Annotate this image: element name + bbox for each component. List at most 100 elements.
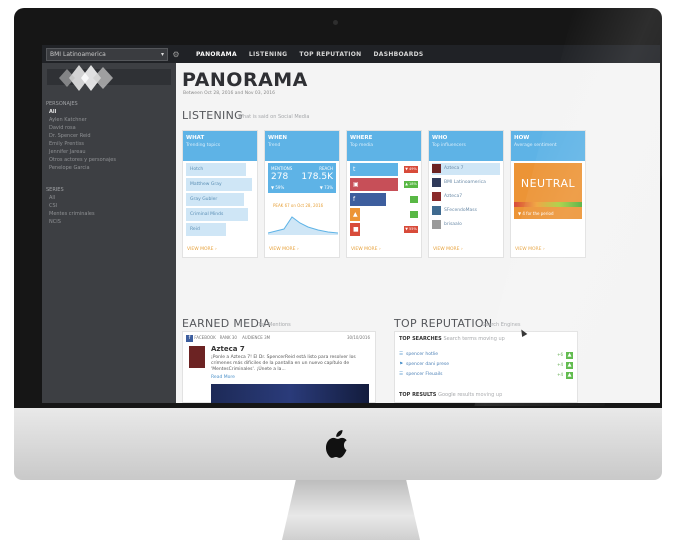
card-what-header: WHAT Trending topics <box>183 131 257 161</box>
media-pct: ▼ 49% <box>404 166 418 173</box>
chevron-down-icon: ▾ <box>160 50 164 58</box>
sidebar-item-emily-prentiss[interactable]: Emily Prentiss <box>49 141 84 147</box>
topic-item[interactable]: Hotch <box>186 163 246 176</box>
account-select-value: BMI Latinoamerica <box>50 50 106 58</box>
gear-icon[interactable]: ⚙ <box>170 50 182 59</box>
search-term-row[interactable]: ☰ spencer hotlie +6 ▲ <box>399 352 573 360</box>
avatar <box>432 220 441 229</box>
media-row-instagram[interactable]: ▣ ▲ 18% <box>350 178 418 191</box>
sidebar-item-all[interactable]: All <box>49 109 56 115</box>
listening-subheading: What is said on Social Media <box>238 114 310 120</box>
read-more-link[interactable]: Read More <box>211 375 235 380</box>
sidebar-item-mentes-criminales[interactable]: Mentes criminales <box>49 211 95 217</box>
view-more-link[interactable]: VIEW MORE › <box>351 247 381 252</box>
topic-item[interactable]: Gray Gubler <box>186 193 244 206</box>
card-where-header: WHERE Top media <box>347 131 421 161</box>
card-how-title: HOW <box>514 135 530 141</box>
twitter-icon: t <box>350 163 398 176</box>
sentiment-panel: NEUTRAL ▼ 4 for the period <box>514 163 582 219</box>
influencer-row[interactable]: Azteca7 <box>432 191 500 203</box>
mention-source: FACEBOOK <box>194 335 216 340</box>
logo-area <box>47 65 171 91</box>
card-how-header: HOW Average sentiment <box>511 131 585 161</box>
influencer-row[interactable]: brisaalo <box>432 219 500 231</box>
up-arrow-icon: ▲ <box>566 352 573 359</box>
list-icon: ☰ <box>399 352 404 357</box>
search-term: spencer dani prese <box>406 362 450 367</box>
brand-logo <box>59 65 113 91</box>
nav-dashboards[interactable]: DASHBOARDS <box>373 51 423 58</box>
apple-logo-icon <box>326 430 347 458</box>
mention-date: 30/10/2016 <box>346 335 370 340</box>
sidebar-section-series: SERIES <box>46 187 64 193</box>
search-term-row[interactable]: ⚑ spencer dani prese +4 ▲ <box>399 362 573 370</box>
nav-listening[interactable]: LISTENING <box>249 51 287 58</box>
sentiment-value: NEUTRAL <box>520 177 576 190</box>
card-where-title: WHERE <box>350 135 373 141</box>
earned-media-card: f FACEBOOK RANK 30 AUDIENCE 3M 30/10/201… <box>182 331 376 403</box>
mention-audience: AUDIENCE 3M <box>242 335 271 340</box>
sidebar-section-personajes: PERSONAJES <box>46 101 78 107</box>
blog-icon: ▲ <box>350 208 360 221</box>
avatar <box>432 178 441 187</box>
card-how-subtitle: Average sentiment <box>514 143 557 148</box>
sidebar-item-aylen-katchner[interactable]: Aylen Katchner <box>49 117 87 123</box>
media-pct-box <box>410 196 418 203</box>
account-select[interactable]: BMI Latinoamerica ▾ <box>46 47 168 61</box>
sidebar-item-series-all[interactable]: All <box>49 195 55 201</box>
view-more-link[interactable]: VIEW MORE › <box>269 247 299 252</box>
card-who: WHO Top influencers Azteca 7 BMI Latinoa… <box>428 130 504 258</box>
topic-item[interactable]: Reid <box>186 223 226 236</box>
facebook-icon: f <box>186 335 193 342</box>
sidebar-item-david-rosa[interactable]: David rosa <box>49 125 76 131</box>
avatar <box>432 206 441 215</box>
topic-item[interactable]: Matthew Gray <box>186 178 252 191</box>
influencer-name: SFecendoMass <box>444 208 478 213</box>
media-row-twitter[interactable]: t ▼ 49% <box>350 163 418 176</box>
view-more-link[interactable]: VIEW MORE › <box>187 247 217 252</box>
sidebar-item-csi[interactable]: CSI <box>49 203 57 209</box>
nav-top-reputation[interactable]: TOP REPUTATION <box>299 51 361 58</box>
card-when-header: WHEN Trend <box>265 131 339 161</box>
influencer-row[interactable]: SFecendoMass <box>432 205 500 217</box>
mention-image[interactable] <box>211 384 369 403</box>
reach-change: ▼ 73% <box>319 185 333 190</box>
influencer-name: Azteca7 <box>444 194 463 199</box>
influencer-row[interactable]: BMI Latinoamerica <box>432 177 500 189</box>
top-searches-title: TOP SEARCHES <box>399 336 442 342</box>
media-row-facebook[interactable]: f <box>350 193 418 206</box>
mentions-change: ▼ 59% <box>271 185 285 190</box>
card-what: WHAT Trending topics Hotch Matthew Gray … <box>182 130 258 258</box>
avatar <box>432 192 441 201</box>
search-term-change: +6 <box>557 352 563 357</box>
sidebar-item-ncis[interactable]: NCIS <box>49 219 61 225</box>
search-term-change: +4 <box>557 362 563 367</box>
search-term-row[interactable]: ☰ spencer Fleuails +4 ▲ <box>399 372 573 380</box>
media-row-news[interactable]: ■ ▼ 55% <box>350 223 418 236</box>
topic-item[interactable]: Criminal Minds <box>186 208 248 221</box>
card-where: WHERE Top media t ▼ 49% ▣ ▲ 18% f ▲ ■ ▼ … <box>346 130 422 258</box>
media-pct: ▲ 18% <box>404 181 418 188</box>
media-pct: ▼ 55% <box>404 226 418 233</box>
sidebar-item-penelope-garcia[interactable]: Penelope Garcia <box>49 165 90 171</box>
sidebar-item-spencer-reid[interactable]: Dr. Spencer Reid <box>49 133 91 139</box>
search-term: spencer hotlie <box>406 352 439 357</box>
imac-stand <box>282 480 420 540</box>
top-reputation-heading: TOP REPUTATION <box>394 317 493 330</box>
sidebar-item-jennifer-jareau[interactable]: Jennifer Jareau <box>49 149 86 155</box>
facebook-icon: f <box>350 193 386 206</box>
main-content: PANORAMA Between Oct 28, 2016 and Nov 03… <box>176 63 660 403</box>
when-stats: MENTIONS REACH 278 178.5K ▼ 59% ▼ 73% <box>268 163 336 193</box>
view-more-link[interactable]: VIEW MORE › <box>515 247 545 252</box>
media-row-blog[interactable]: ▲ <box>350 208 418 221</box>
view-more-link[interactable]: VIEW MORE › <box>433 247 463 252</box>
card-how: HOW Average sentiment NEUTRAL ▼ 4 for th… <box>510 130 586 258</box>
influencer-name: BMI Latinoamerica <box>444 180 486 185</box>
nav-panorama[interactable]: PANORAMA <box>196 51 237 58</box>
reach-label: REACH <box>319 166 333 171</box>
sentiment-scale <box>514 202 582 207</box>
influencer-row[interactable]: Azteca 7 <box>432 163 500 175</box>
card-when-subtitle: Trend <box>268 143 281 148</box>
mention-author[interactable]: Azteca 7 <box>211 345 245 353</box>
sidebar-item-otros-actores[interactable]: Otros actores y personajes <box>49 157 116 163</box>
